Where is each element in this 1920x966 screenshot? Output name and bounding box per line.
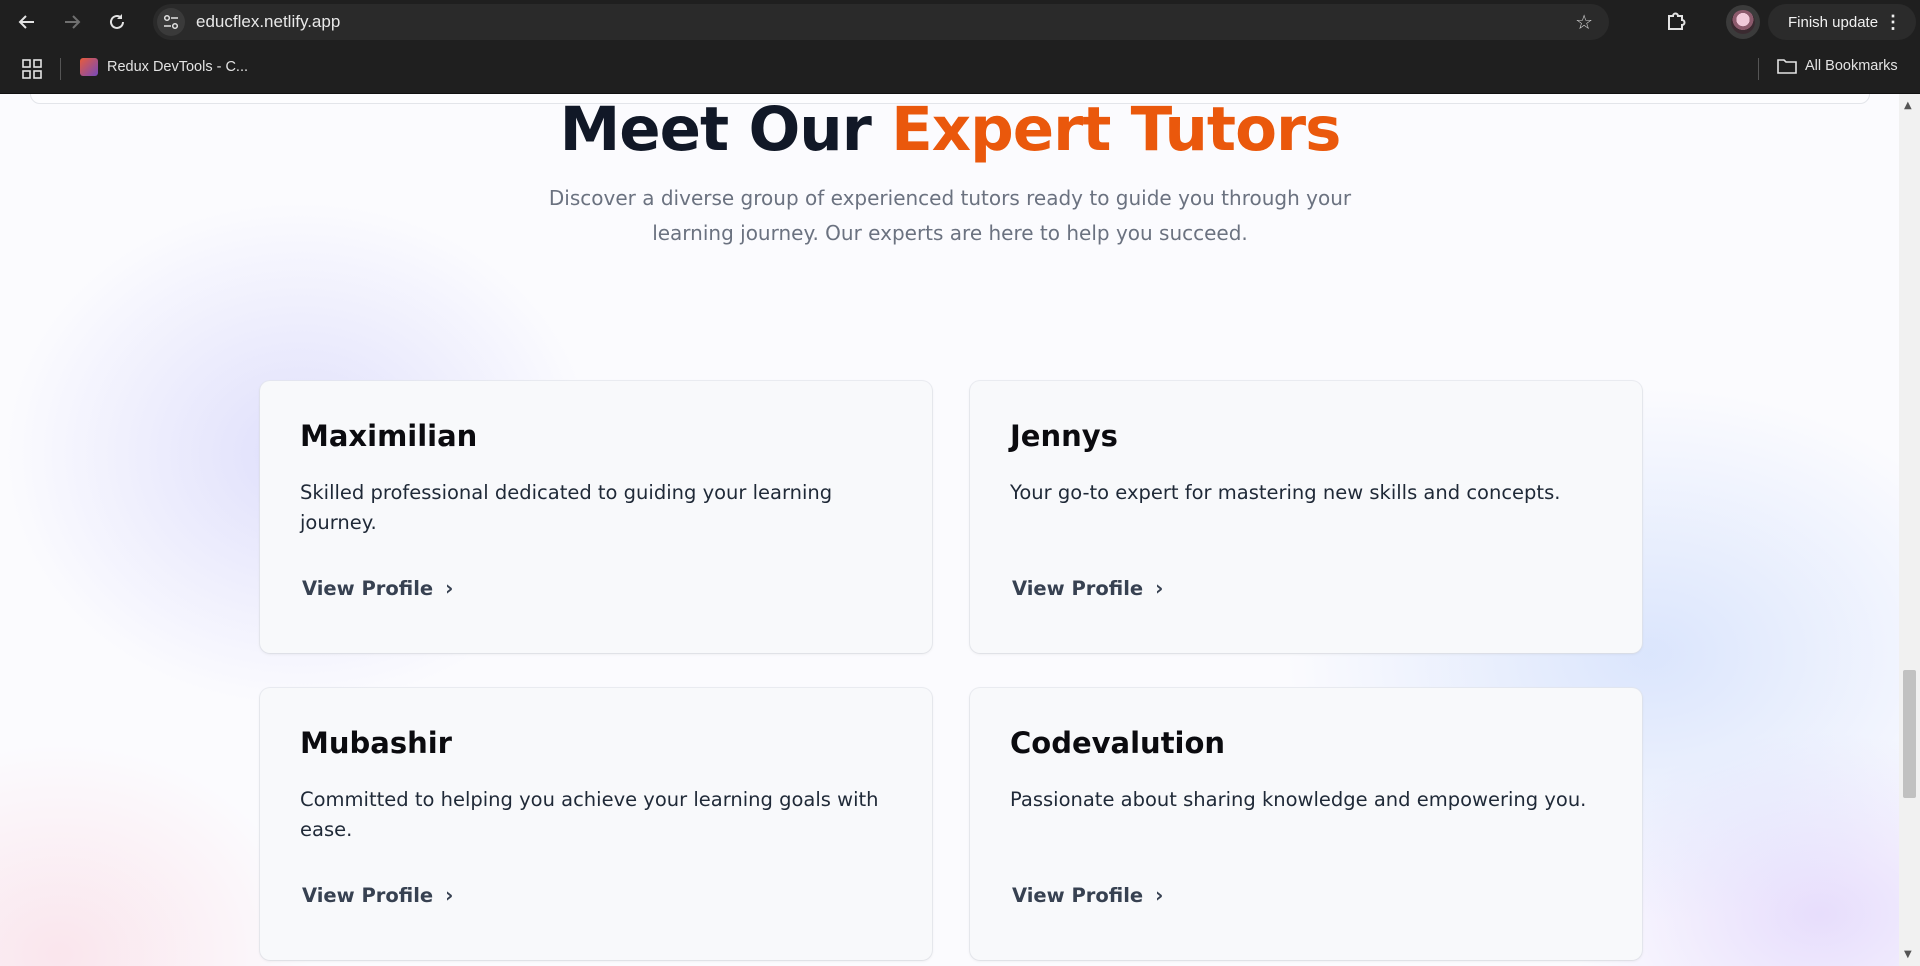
tutor-name: Maximilian bbox=[300, 419, 478, 453]
tune-icon bbox=[163, 14, 179, 30]
avatar-image bbox=[1731, 10, 1755, 34]
subtitle-line-1: Discover a diverse group of experienced … bbox=[548, 186, 1352, 210]
bookmarks-divider bbox=[60, 58, 61, 80]
menu-kebab-icon[interactable]: ⋮ bbox=[1884, 13, 1902, 31]
page-viewport: Meet Our Expert Tutors Discover a divers… bbox=[0, 94, 1920, 966]
bookmark-redux-devtools[interactable]: Redux DevTools - C... bbox=[80, 58, 248, 76]
forward-button[interactable] bbox=[58, 8, 86, 36]
folder-icon bbox=[1777, 59, 1797, 74]
site-info-button[interactable] bbox=[157, 8, 185, 36]
scroll-down-arrow-icon[interactable]: ▼ bbox=[1904, 949, 1912, 960]
scrollbar-thumb[interactable] bbox=[1903, 670, 1916, 798]
profile-avatar[interactable] bbox=[1726, 5, 1760, 39]
tutor-card: Jennys Your go-to expert for mastering n… bbox=[970, 381, 1642, 653]
view-profile-link[interactable]: View Profile › bbox=[302, 883, 453, 907]
view-profile-link[interactable]: View Profile › bbox=[302, 576, 453, 600]
apps-grid-icon[interactable] bbox=[22, 59, 42, 79]
extensions-button[interactable] bbox=[1665, 9, 1689, 37]
finish-update-label: Finish update bbox=[1788, 13, 1879, 31]
reload-button[interactable] bbox=[103, 8, 131, 36]
browser-toolbar: educflex.netlify.app ☆ Finish update ⋮ bbox=[0, 0, 1920, 44]
redux-favicon-icon bbox=[80, 58, 98, 76]
all-bookmarks-button[interactable]: All Bookmarks bbox=[1777, 58, 1898, 74]
reload-icon bbox=[110, 14, 124, 29]
chevron-right-icon: › bbox=[445, 576, 454, 600]
subtitle-line-2: learning journey. Our experts are here t… bbox=[652, 221, 1248, 245]
finish-update-button[interactable]: Finish update ⋮ bbox=[1768, 4, 1916, 40]
view-profile-label: View Profile bbox=[1012, 576, 1144, 600]
chevron-right-icon: › bbox=[1155, 883, 1164, 907]
bookmarks-divider bbox=[1758, 58, 1759, 80]
view-profile-label: View Profile bbox=[1012, 883, 1144, 907]
view-profile-link[interactable]: View Profile › bbox=[1012, 883, 1163, 907]
tutor-description: Passionate about sharing knowledge and e… bbox=[1010, 788, 1587, 811]
tutor-card: Codevalution Passionate about sharing kn… bbox=[970, 688, 1642, 960]
tutor-description: Committed to helping you achieve your le… bbox=[300, 788, 879, 841]
section-subtitle: Discover a diverse group of experienced … bbox=[540, 181, 1360, 251]
view-profile-link[interactable]: View Profile › bbox=[1012, 576, 1163, 600]
section-title-main: Meet Our bbox=[559, 94, 892, 165]
tutor-description: Your go-to expert for mastering new skil… bbox=[1010, 481, 1561, 504]
section-title: Meet Our Expert Tutors bbox=[0, 95, 1900, 165]
section-title-accent: Expert Tutors bbox=[891, 94, 1341, 165]
url-text[interactable]: educflex.netlify.app bbox=[196, 12, 340, 32]
back-button[interactable] bbox=[13, 8, 41, 36]
bookmark-star-icon[interactable]: ☆ bbox=[1575, 10, 1593, 34]
view-profile-label: View Profile bbox=[302, 883, 434, 907]
chevron-right-icon: › bbox=[445, 883, 454, 907]
tutor-description: Skilled professional dedicated to guidin… bbox=[300, 481, 833, 534]
all-bookmarks-label: All Bookmarks bbox=[1805, 58, 1898, 74]
tutor-card: Maximilian Skilled professional dedicate… bbox=[260, 381, 932, 653]
arrow-right-icon bbox=[65, 15, 81, 29]
chevron-right-icon: › bbox=[1155, 576, 1164, 600]
bookmark-label: Redux DevTools - C... bbox=[107, 59, 249, 75]
tutor-name: Codevalution bbox=[1010, 726, 1226, 760]
tutor-card: Mubashir Committed to helping you achiev… bbox=[260, 688, 932, 960]
tutor-name: Mubashir bbox=[300, 726, 452, 760]
bookmarks-bar: Redux DevTools - C... All Bookmarks bbox=[0, 44, 1920, 94]
puzzle-icon bbox=[1668, 12, 1686, 30]
tutor-name: Jennys bbox=[1010, 419, 1118, 453]
view-profile-label: View Profile bbox=[302, 576, 434, 600]
address-bar[interactable]: educflex.netlify.app ☆ bbox=[153, 4, 1609, 40]
page-scrollbar[interactable]: ▲ ▼ bbox=[1899, 94, 1920, 966]
arrow-left-icon bbox=[18, 15, 34, 29]
scroll-up-arrow-icon[interactable]: ▲ bbox=[1904, 100, 1912, 111]
